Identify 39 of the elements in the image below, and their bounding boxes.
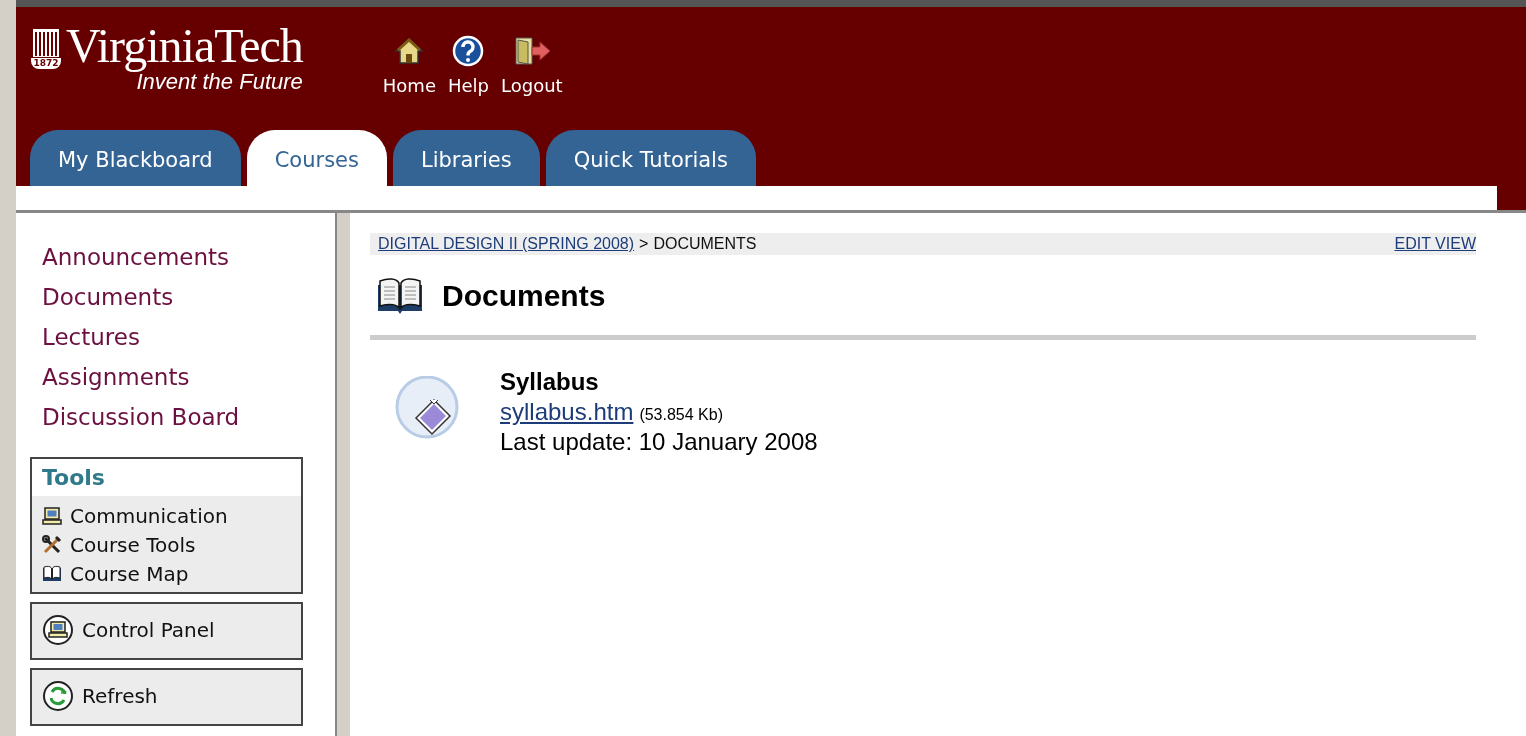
wrench-screwdriver-icon xyxy=(42,535,62,555)
sidebar-link[interactable]: Announcements xyxy=(42,243,240,271)
tool-link[interactable]: Communication xyxy=(42,504,291,528)
home-link[interactable]: Home xyxy=(382,35,436,96)
sidebar-link[interactable]: Assignments xyxy=(42,363,240,391)
tool-link[interactable]: Course Map xyxy=(42,562,291,586)
refresh-icon xyxy=(42,680,74,712)
document-title: Syllabus xyxy=(500,368,600,396)
breadcrumb-separator: > xyxy=(639,235,649,253)
tab[interactable]: Quick Tutorials xyxy=(545,130,756,186)
logo-year: 1872 xyxy=(31,58,61,69)
tab[interactable]: Courses xyxy=(246,130,387,186)
computer-icon xyxy=(42,614,74,646)
tab[interactable]: My Blackboard xyxy=(30,130,241,186)
computer-icon xyxy=(42,506,62,526)
help-link[interactable]: Help xyxy=(447,35,489,96)
book-icon xyxy=(42,564,62,584)
page-title: Documents xyxy=(442,279,606,313)
file-size: (53.854 Kb) xyxy=(639,406,723,424)
help-icon xyxy=(452,35,485,67)
refresh-button[interactable]: Refresh xyxy=(30,668,303,726)
control-panel-button[interactable]: Control Panel xyxy=(30,602,303,660)
breadcrumb-link[interactable]: DIGITAL DESIGN II (SPRING 2008) xyxy=(378,235,635,253)
open-book-icon xyxy=(376,277,424,315)
sidebar-link[interactable]: Lectures xyxy=(42,323,240,351)
file-link[interactable]: syllabus.htm xyxy=(500,398,634,426)
last-update: Last update: 10 January 2008 xyxy=(500,428,818,456)
tools-heading: Tools xyxy=(32,459,301,496)
tool-link[interactable]: Course Tools xyxy=(42,533,291,557)
logo-wordmark: VirginiaTech xyxy=(66,21,303,71)
logout-link[interactable]: Logout xyxy=(501,35,563,96)
shield-icon xyxy=(31,27,61,57)
edit-view-link[interactable]: EDIT VIEW xyxy=(1394,235,1476,253)
pane-splitter[interactable] xyxy=(335,213,350,736)
breadcrumb-current: DOCUMENTS xyxy=(653,235,757,253)
sidebar-link[interactable]: Documents xyxy=(42,283,240,311)
sidebar-link[interactable]: Discussion Board xyxy=(42,403,240,431)
tab[interactable]: Libraries xyxy=(392,130,540,186)
house-icon xyxy=(393,35,426,67)
